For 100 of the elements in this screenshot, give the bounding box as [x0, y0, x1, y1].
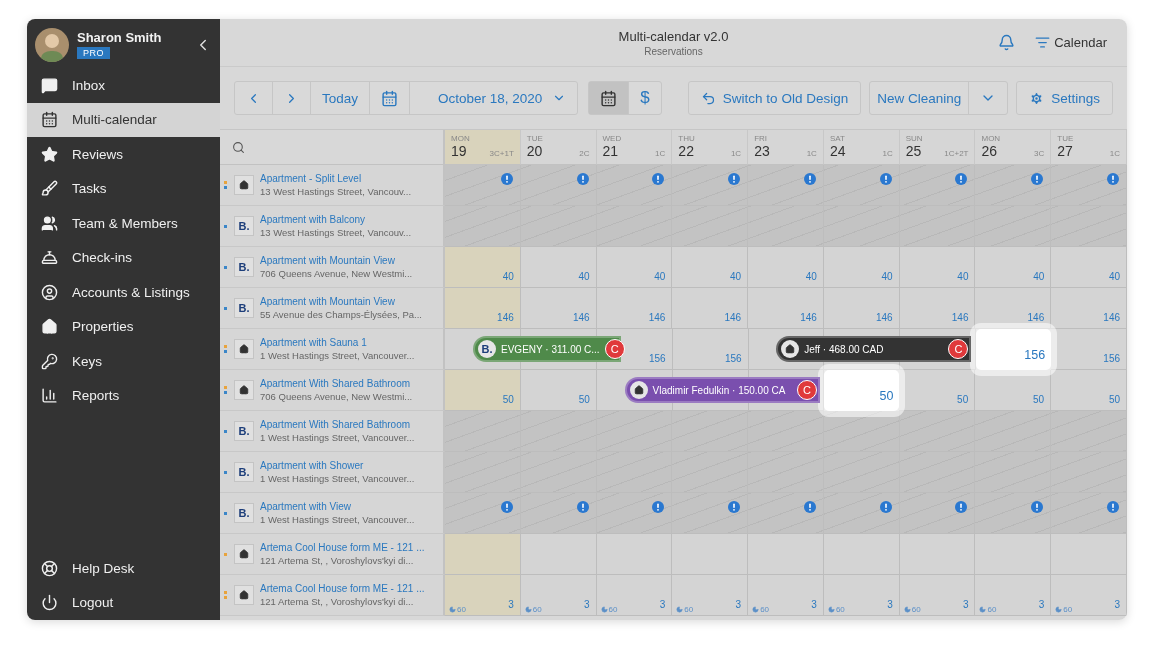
rate-value: 156	[649, 353, 666, 364]
status-badge: C	[948, 339, 969, 359]
rate-value: 3	[887, 599, 893, 610]
home-icon	[239, 385, 249, 395]
rate-value: 3	[584, 599, 590, 610]
rate-value: 40	[881, 271, 893, 282]
highlighted-cell[interactable]: 50	[824, 370, 900, 411]
nav-item[interactable]: Tasks	[27, 171, 220, 206]
rate-value: 3	[962, 599, 969, 610]
rate-value: 40	[1108, 271, 1121, 282]
home-icon	[239, 549, 249, 559]
booking-bar[interactable]: Jeff · 468.00 CAD C	[776, 336, 972, 362]
alert-icon	[879, 501, 892, 513]
rate-value: 40	[502, 271, 514, 282]
moon-icon	[1055, 606, 1063, 613]
booking-logo: B.	[238, 466, 250, 478]
nav-item[interactable]: Inbox	[27, 68, 220, 103]
day-header: FRI 23 1C	[748, 130, 824, 165]
alert-icon	[500, 501, 513, 513]
booking-logo: B.	[238, 261, 250, 273]
min-stay: 60	[532, 605, 542, 614]
nav-item[interactable]: Keys	[27, 344, 220, 379]
brush-icon	[41, 180, 58, 198]
listing-cell[interactable]: B. Apartment with Balcony 13 West Hastings Street, Vancouv...	[220, 206, 445, 247]
day-header: TUE 20 2C	[520, 130, 597, 165]
day-header: SAT 24 1C	[823, 130, 900, 165]
lifebuoy-icon	[41, 559, 58, 577]
min-stay: 60	[684, 605, 694, 614]
rate-value: 3	[508, 599, 514, 610]
calendar-link[interactable]: Calendar	[1035, 35, 1107, 50]
alert-icon	[576, 501, 589, 513]
listing-cell[interactable]: Artema Cool House form ME - 121 ... 121 Artema St, , Voroshylovs'kyi di...	[220, 575, 445, 616]
listing-cell[interactable]: B. Apartment with Shower 1 West Hastings Street, Vancouver...	[220, 452, 445, 493]
user-circle-icon	[41, 283, 58, 301]
nav-item[interactable]: Check-ins	[27, 240, 220, 275]
listing-cell[interactable]: B. Apartment with Mountain View 55 Avenue des Champs-Élysées, Pa...	[220, 288, 445, 329]
nav-item[interactable]: Multi-calendar	[27, 102, 220, 137]
min-stay: 60	[608, 605, 618, 614]
alert-icon	[879, 173, 892, 185]
listing-cell[interactable]: B. Apartment with View 1 West Hastings Street, Vancouver...	[220, 493, 445, 534]
alert-icon	[1031, 173, 1044, 185]
plan-badge: PRO	[77, 47, 110, 59]
moon-icon	[903, 606, 911, 613]
home-icon	[785, 344, 796, 354]
listing-cell[interactable]: Apartment With Shared Bathroom 706 Queens Avenue, New Westmi...	[220, 370, 445, 411]
rate-value: 40	[805, 271, 817, 282]
key-icon	[41, 352, 58, 370]
rate-value: 146	[800, 312, 817, 323]
nav-item[interactable]: Accounts & Listings	[27, 275, 220, 310]
rate-value: 40	[730, 271, 742, 282]
nav-item[interactable]: Team & Members	[27, 206, 220, 241]
rate-value: 146	[1103, 312, 1121, 323]
rate-value: 50	[957, 394, 969, 405]
moon-icon	[827, 606, 835, 613]
rate-value: 146	[572, 312, 590, 323]
rate-value: 3	[1038, 599, 1045, 610]
rate-value: 40	[654, 271, 666, 282]
booking-logo: B.	[238, 425, 250, 437]
listing-cell[interactable]: B. Apartment with Mountain View 706 Queens Avenue, New Westmi...	[220, 247, 445, 288]
user-name: Sharon Smith	[77, 30, 163, 45]
nav-item[interactable]: Logout	[27, 585, 220, 620]
alert-icon	[652, 501, 665, 513]
avatar	[35, 27, 69, 62]
alert-icon	[1107, 173, 1120, 185]
listing-cell[interactable]: B. Apartment With Shared Bathroom 1 West Hastings Street, Vancouver...	[220, 411, 445, 452]
highlighted-cell[interactable]: 156	[976, 329, 1052, 370]
booking-logo: B.	[238, 507, 250, 519]
listing-cell[interactable]: Apartment with Sauna 1 1 West Hastings Street, Vancouver...	[220, 329, 445, 370]
home-icon	[239, 590, 249, 600]
rate-value: 40	[957, 271, 969, 282]
rate-value: 146	[951, 312, 969, 323]
moon-icon	[524, 606, 532, 613]
min-stay: 60	[835, 605, 845, 614]
rate-value: 3	[735, 599, 742, 610]
rate-value: 156	[724, 353, 742, 364]
listing-cell[interactable]: Apartment - Split Level 13 West Hastings Street, Vancouv...	[220, 165, 445, 206]
booking-bar[interactable]: Vladimir Fedulkin · 150.00 CA C	[624, 377, 820, 403]
bar-chart-icon	[41, 387, 58, 405]
home-icon	[633, 385, 644, 395]
booking-logo: B.	[238, 220, 250, 232]
nav-item[interactable]: Reports	[27, 378, 220, 413]
nav-item[interactable]: Reviews	[27, 137, 220, 172]
nav-item[interactable]: Help Desk	[27, 551, 220, 586]
view-toggle[interactable]	[589, 82, 630, 114]
status-badge: C	[796, 380, 817, 400]
rate-value: 40	[1033, 271, 1045, 282]
alert-icon	[652, 173, 665, 185]
day-header: SUN 25 1C+2T	[899, 130, 976, 165]
listing-cell[interactable]: Artema Cool House form ME - 121 ... 121 Artema St, , Voroshylovs'kyi di...	[220, 534, 445, 575]
home-icon	[41, 318, 58, 336]
notification-icon[interactable]	[998, 34, 1016, 51]
min-stay: 60	[911, 605, 921, 614]
power-icon	[41, 594, 58, 612]
rate-value: 146	[724, 312, 742, 323]
rate-value: 146	[876, 312, 893, 323]
day-header: THU 22 1C	[672, 130, 749, 165]
nav-item[interactable]: Properties	[27, 309, 220, 344]
rate-value: 50	[578, 394, 590, 405]
moon-icon	[979, 606, 987, 613]
list-search-icon	[1035, 35, 1051, 50]
